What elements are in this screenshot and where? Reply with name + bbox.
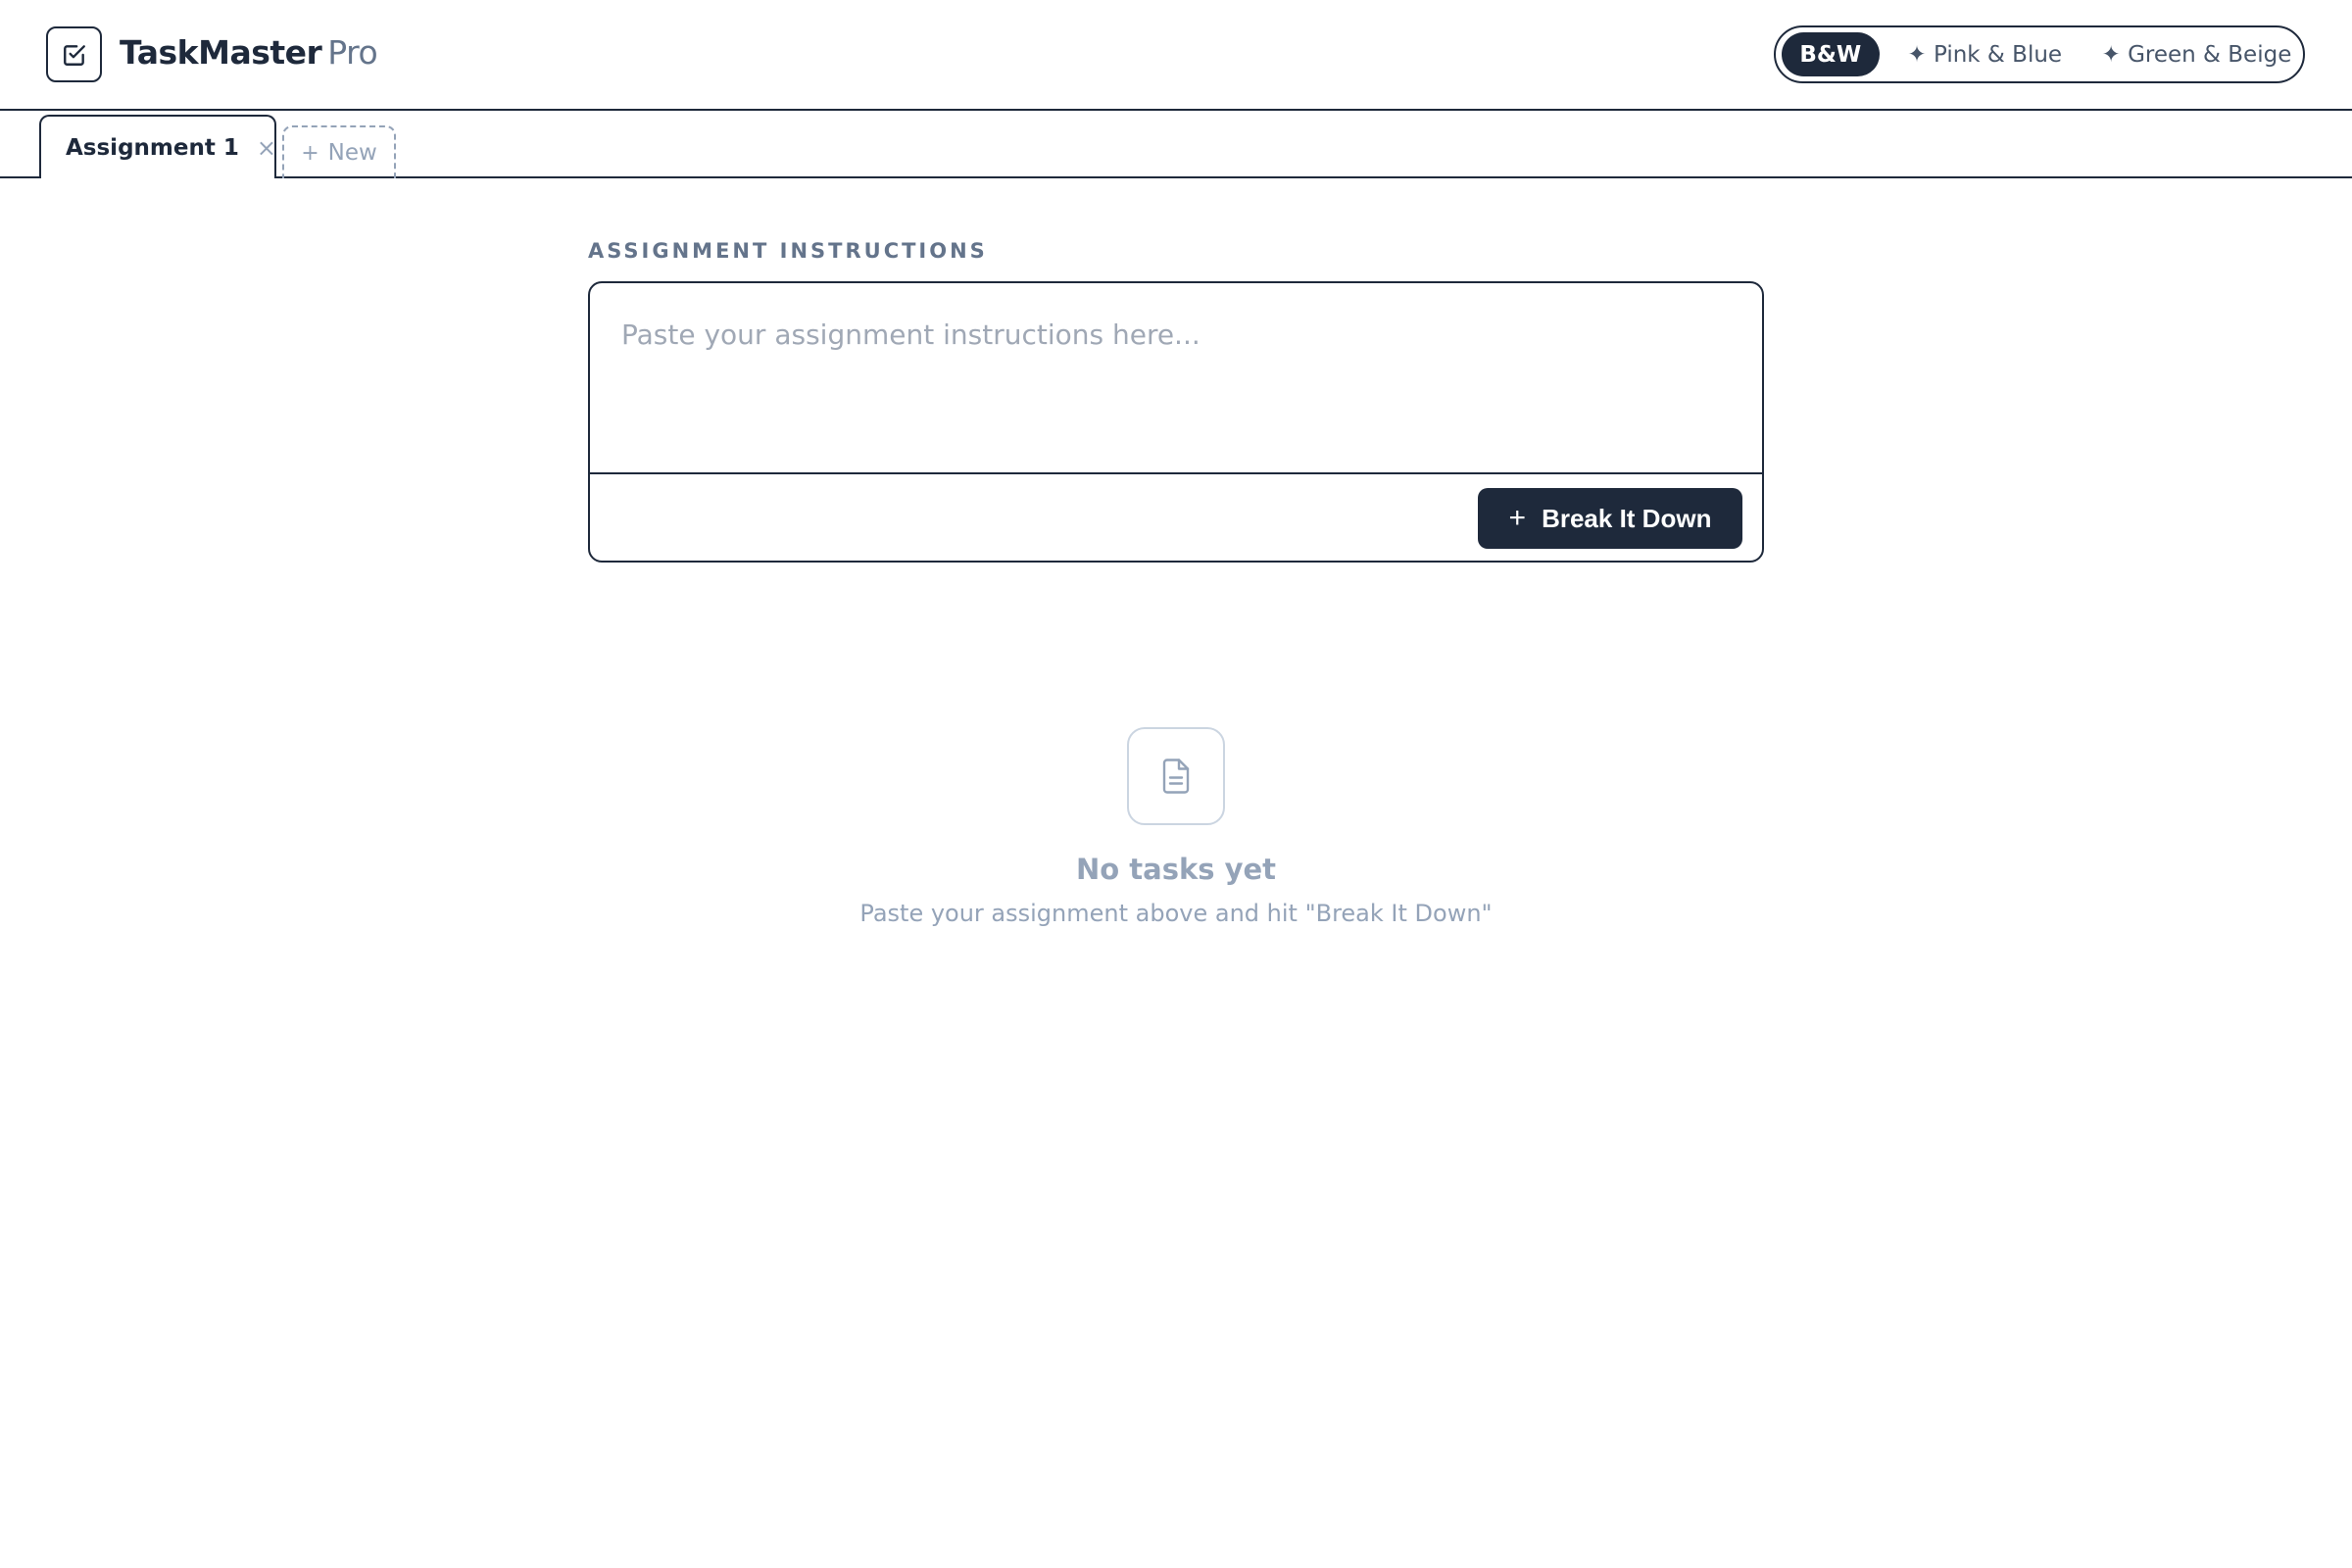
- brand-name: TaskMaster: [120, 33, 322, 72]
- new-tab-label: New: [327, 140, 377, 166]
- theme-switcher: B&W ✦ Pink & Blue ✦ Green & Beige: [1774, 25, 2305, 83]
- theme-green-beige-button[interactable]: ✦ Green & Beige: [2090, 32, 2303, 76]
- empty-state-subtitle: Paste your assignment above and hit "Bre…: [859, 900, 1493, 927]
- app-title: TaskMaster Pro: [120, 33, 378, 73]
- section-label: ASSIGNMENT INSTRUCTIONS: [588, 239, 988, 263]
- break-it-down-button[interactable]: + Break It Down: [1478, 488, 1742, 549]
- theme-bw-button[interactable]: B&W: [1782, 32, 1880, 76]
- app-header: TaskMaster Pro B&W ✦ Pink & Blue ✦ Green …: [0, 0, 2352, 111]
- new-tab-button[interactable]: + New: [282, 125, 396, 178]
- plus-icon: +: [1508, 502, 1527, 534]
- checkbox-icon: [46, 26, 102, 82]
- document-icon: [1127, 727, 1225, 825]
- close-icon[interactable]: ×: [257, 136, 276, 160]
- tab-assignment-1[interactable]: Assignment 1 ×: [39, 115, 276, 178]
- instructions-input[interactable]: [590, 283, 1762, 472]
- card-footer: + Break It Down: [590, 472, 1762, 561]
- instructions-card: + Break It Down: [588, 281, 1764, 563]
- brand-suffix: Pro: [327, 33, 378, 72]
- empty-state-title: No tasks yet: [1075, 853, 1277, 886]
- break-it-down-label: Break It Down: [1542, 503, 1712, 533]
- theme-pink-blue-button[interactable]: ✦ Pink & Blue: [1887, 32, 2082, 76]
- plus-icon: +: [301, 140, 319, 166]
- tab-bar: Assignment 1 × + New: [0, 111, 2352, 178]
- tab-label: Assignment 1: [66, 134, 239, 161]
